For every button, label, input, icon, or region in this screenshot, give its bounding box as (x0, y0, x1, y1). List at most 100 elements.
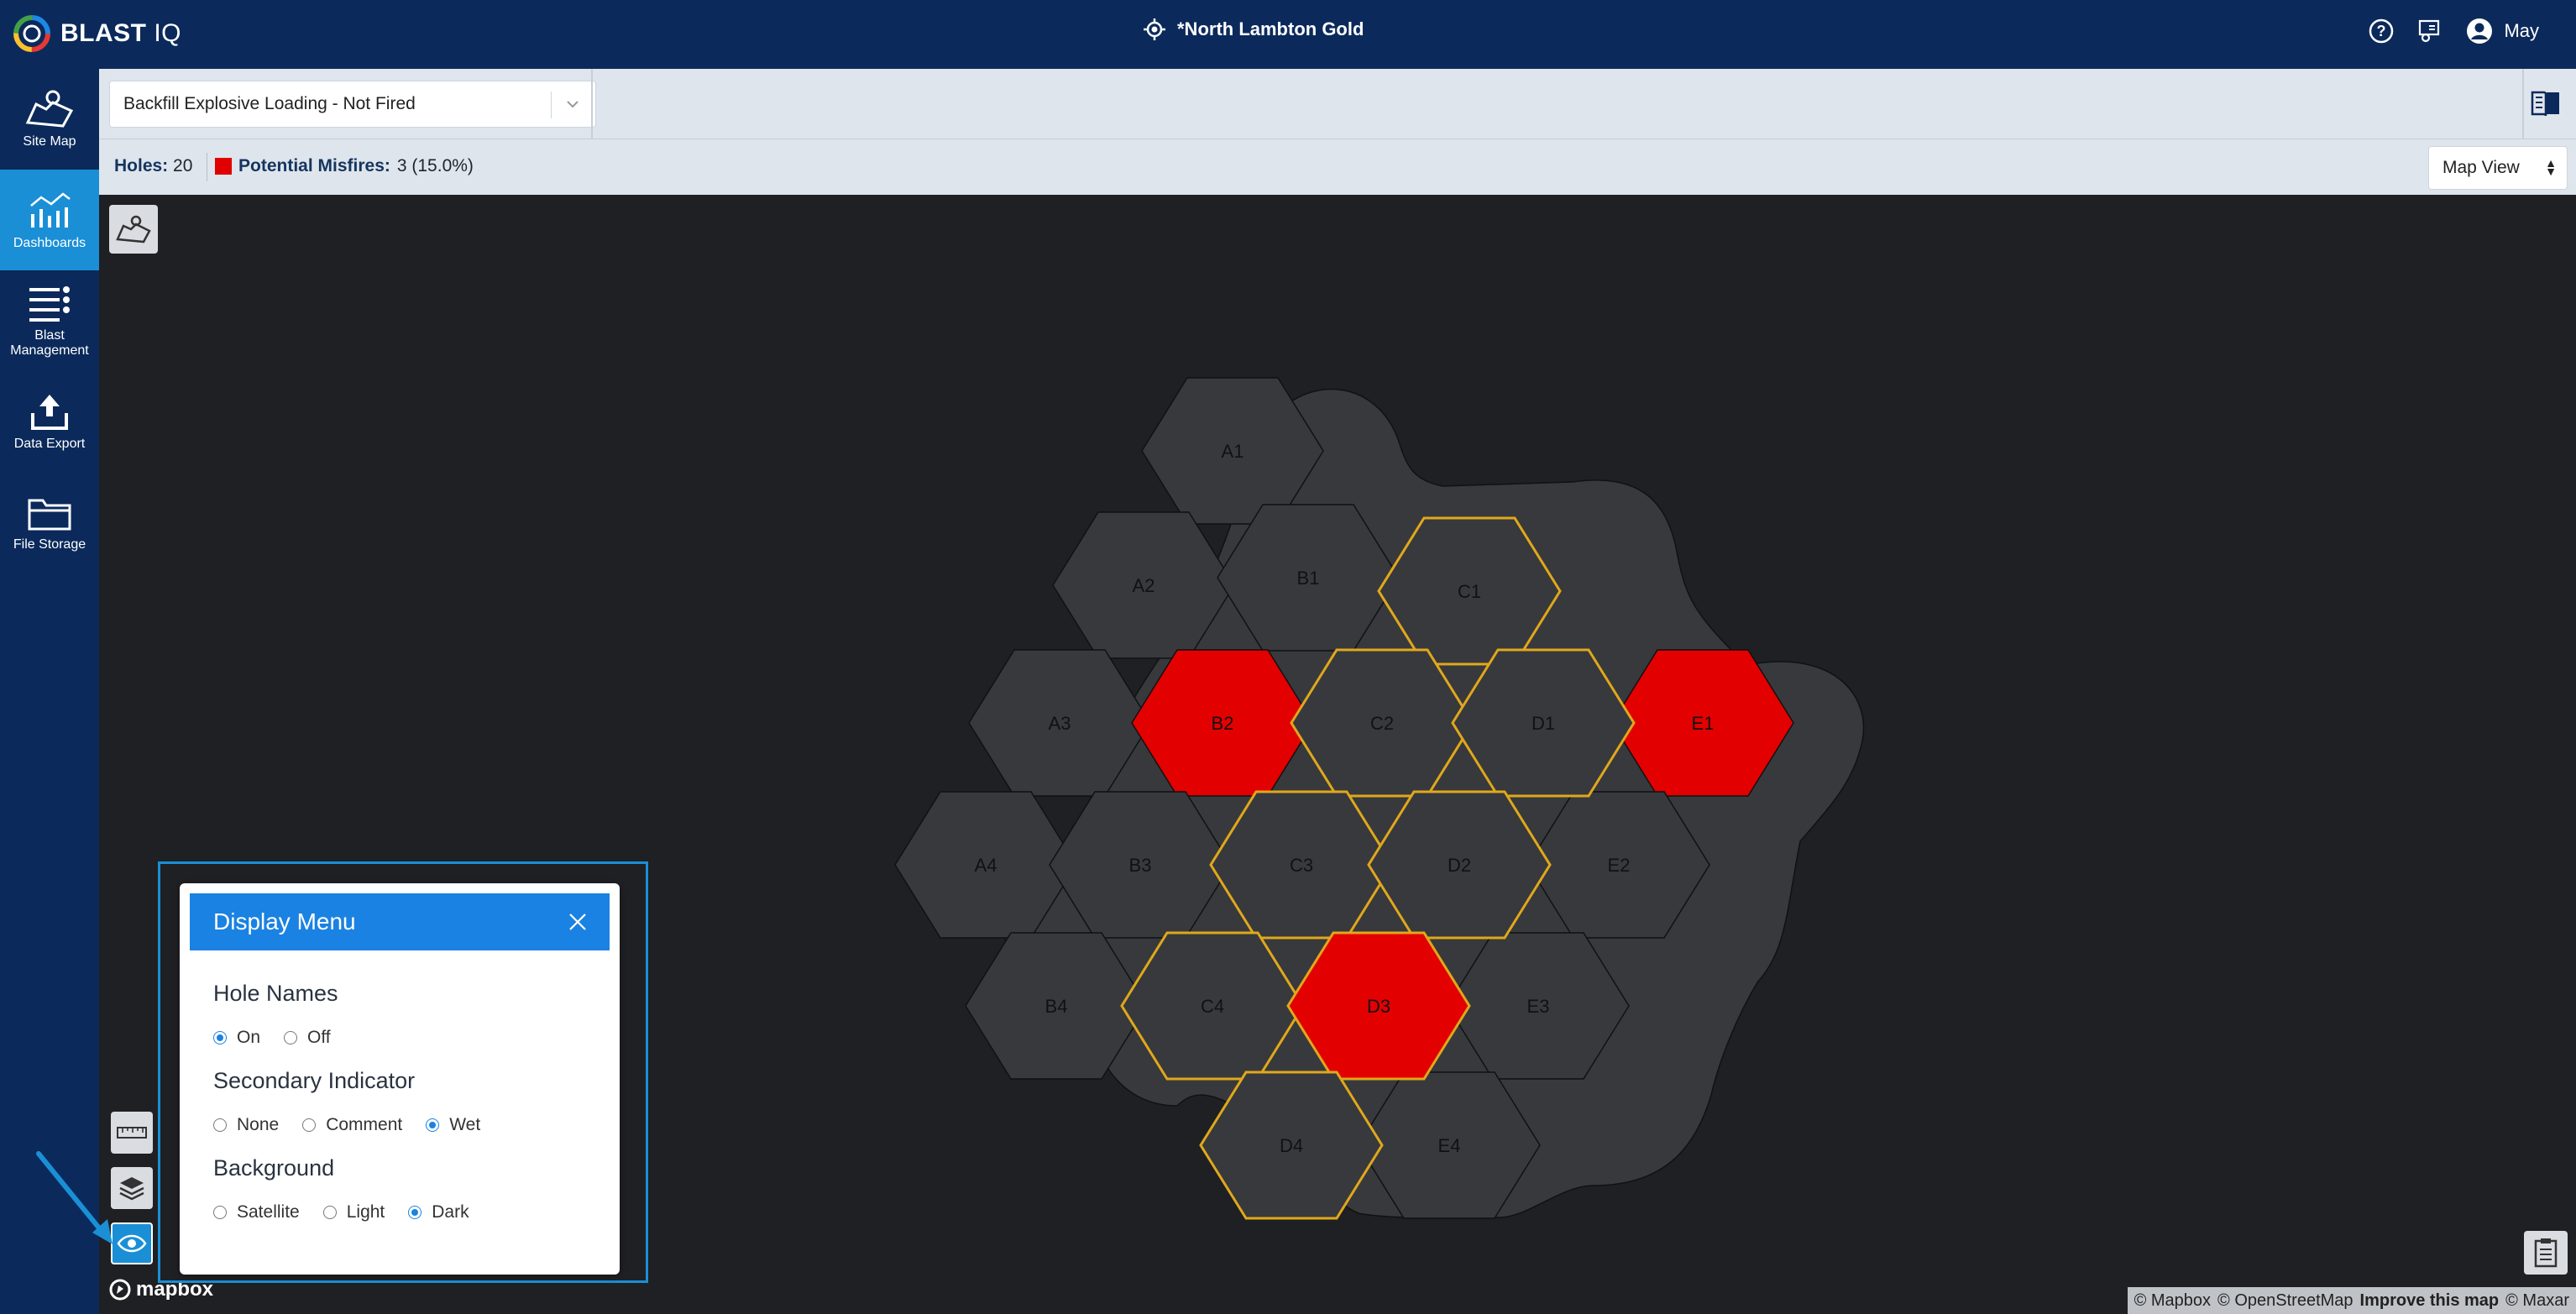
help-icon[interactable]: ? (2368, 18, 2395, 44)
dashboard-icon (30, 192, 71, 228)
hole-label-c2: C2 (1370, 713, 1394, 734)
sidebar-item-label: Blast Management (10, 327, 89, 358)
secondary-none-option[interactable]: None (213, 1115, 279, 1135)
misfires-label: Potential Misfires: (238, 156, 390, 175)
map-attribution: © Mapbox © OpenStreetMap Improve this ma… (2127, 1287, 2576, 1314)
hole-names-off-option[interactable]: Off (284, 1028, 331, 1048)
sort-arrows-icon: ▲ ▼ (2545, 156, 2557, 178)
misfires-stat: Potential Misfires: 3 (15.0%) (215, 156, 474, 176)
hole-label-e2: E2 (1608, 855, 1631, 876)
hole-label-e3: E3 (1527, 996, 1550, 1017)
hole-label-b2: B2 (1212, 713, 1234, 734)
dashboard-toolbar: Backfill Explosive Loading - Not Fired (99, 69, 2576, 139)
sidebar: Site Map Dashboards Blast Management Dat… (0, 69, 99, 1314)
hole-label-b4: B4 (1045, 996, 1068, 1017)
locate-icon (1144, 18, 1165, 40)
radio-button[interactable] (426, 1118, 440, 1132)
hole-label-c3: C3 (1290, 855, 1313, 876)
background-options: Satellite Light Dark (213, 1202, 493, 1222)
radio-button[interactable] (213, 1031, 227, 1044)
radio-button[interactable] (302, 1118, 317, 1132)
logo-text-bold: BLAST (60, 19, 147, 47)
site-selector[interactable]: *North Lambton Gold (1144, 18, 1364, 40)
hole-label-b3: B3 (1129, 855, 1152, 876)
sidebar-item-data-export[interactable]: Data Export (0, 371, 99, 472)
user-icon (2467, 18, 2493, 44)
misfire-swatch (215, 158, 232, 175)
attribution-mapbox[interactable]: © Mapbox (2134, 1291, 2211, 1311)
hole-label-d3: D3 (1367, 996, 1390, 1017)
background-light-option[interactable]: Light (322, 1202, 385, 1222)
hole-names-on-option[interactable]: On (213, 1028, 260, 1048)
sites-icon[interactable] (2416, 18, 2443, 44)
sidebar-item-blast-management[interactable]: Blast Management (0, 270, 99, 371)
map-icon (25, 90, 74, 128)
logo-ring-icon (13, 15, 50, 52)
sidebar-item-site-map[interactable]: Site Map (0, 69, 99, 170)
attribution-improve[interactable]: Improve this map (2360, 1291, 2500, 1311)
hole-label-d2: D2 (1448, 855, 1471, 876)
list-icon (29, 285, 70, 322)
option-label: Comment (326, 1115, 403, 1134)
close-icon[interactable] (568, 912, 588, 932)
site-name: *North Lambton Gold (1177, 18, 1364, 39)
holes-label: Holes: (114, 156, 169, 175)
holes-count: Holes: 20 (114, 156, 192, 176)
option-label: Off (307, 1028, 331, 1047)
radio-button[interactable] (213, 1206, 227, 1219)
option-label: None (237, 1115, 280, 1134)
view-select[interactable]: Map View ▲ ▼ (2428, 146, 2568, 190)
logo-text-light: IQ (154, 19, 182, 47)
ruler-icon (117, 1127, 147, 1139)
dashboard-select[interactable]: Backfill Explosive Loading - Not Fired (109, 81, 596, 128)
hole-label-a4: A4 (975, 855, 997, 876)
hole-names-options: On Off (213, 1028, 354, 1048)
folder-icon (28, 499, 71, 531)
hole-label-c1: C1 (1458, 581, 1481, 602)
radio-button[interactable] (284, 1031, 298, 1044)
chevron-down-icon (567, 101, 579, 108)
svg-text:?: ? (2377, 23, 2386, 39)
option-label: Wet (449, 1115, 481, 1134)
background-satellite-option[interactable]: Satellite (213, 1202, 300, 1222)
display-menu-header: Display Menu (190, 893, 610, 950)
upload-icon (31, 394, 68, 430)
secondary-indicator-options: None Comment Wet (213, 1115, 504, 1135)
blastiq-logo[interactable]: BLAST IQ (12, 12, 181, 55)
hole-label-b1: B1 (1297, 568, 1320, 589)
secondary-wet-option[interactable]: Wet (426, 1115, 480, 1135)
holes-value: 20 (173, 156, 193, 175)
sidebar-item-label: Dashboards (13, 235, 86, 250)
sidebar-item-label: Data Export (13, 436, 86, 451)
display-menu-title: Display Menu (213, 908, 356, 934)
sidebar-item-label: File Storage (13, 537, 86, 552)
legend-button[interactable] (2522, 81, 2569, 128)
hole-label-a1: A1 (1222, 441, 1244, 462)
view-select-value: Map View (2442, 158, 2520, 177)
annotation-arrow (36, 1151, 113, 1244)
hole-label-d1: D1 (1531, 713, 1555, 734)
attribution-osm[interactable]: © OpenStreetMap (2217, 1291, 2353, 1311)
select-divider (551, 92, 552, 118)
option-label: Dark (432, 1202, 469, 1222)
report-button[interactable] (2524, 1231, 2568, 1275)
secondary-indicator-title: Secondary Indicator (213, 1068, 416, 1093)
hole-label-d4: D4 (1280, 1135, 1303, 1156)
user-menu[interactable]: May (2465, 17, 2539, 45)
dashboard-select-value: Backfill Explosive Loading - Not Fired (123, 94, 416, 113)
top-bar: BLAST IQ *North Lambton Gold ? May (0, 0, 2576, 69)
attribution-maxar[interactable]: © Maxar (2505, 1291, 2569, 1311)
hole-label-c4: C4 (1201, 996, 1224, 1017)
radio-button[interactable] (322, 1206, 337, 1219)
secondary-comment-option[interactable]: Comment (302, 1115, 402, 1135)
toolbar-divider (591, 69, 593, 139)
sidebar-item-dashboards[interactable]: Dashboards (0, 170, 99, 270)
option-label: Satellite (237, 1202, 300, 1222)
user-name: May (2504, 20, 2539, 41)
background-dark-option[interactable]: Dark (408, 1202, 469, 1222)
clipboard-icon (2534, 1238, 2558, 1268)
sidebar-item-file-storage[interactable]: File Storage (0, 472, 99, 573)
hole-label-e4: E4 (1438, 1135, 1461, 1156)
radio-button[interactable] (408, 1206, 422, 1219)
radio-button[interactable] (213, 1118, 227, 1132)
